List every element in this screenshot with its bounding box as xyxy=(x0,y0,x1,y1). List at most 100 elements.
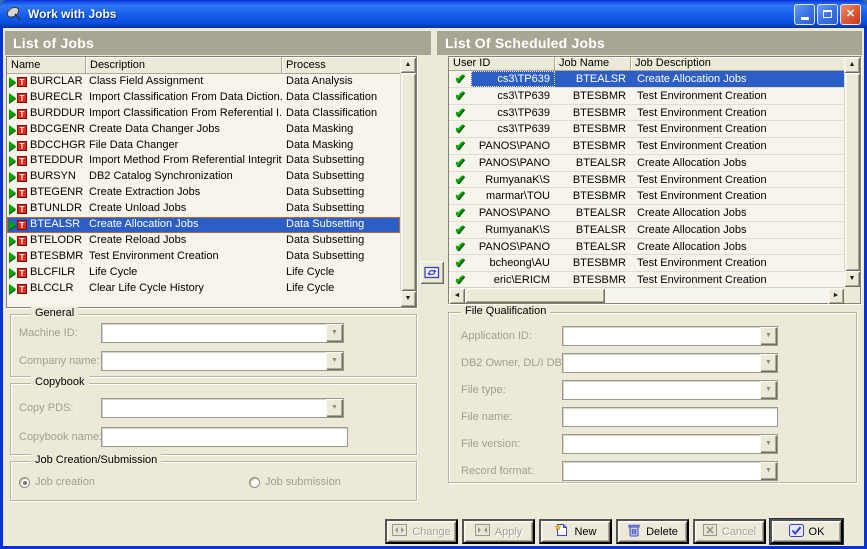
scroll-up-icon[interactable]: ▲ xyxy=(400,57,416,73)
scheduled-list-horizontal-scrollbar[interactable]: ◄ ► xyxy=(449,287,844,303)
table-row[interactable]: TBTEGENRCreate Extraction JobsData Subse… xyxy=(7,185,400,201)
application-id-input[interactable] xyxy=(563,327,760,345)
table-row[interactable]: ✔cs3\TP639BTESBMRTest Environment Creati… xyxy=(449,121,844,138)
table-row[interactable]: ✔PANOS\PANOBTEALSRCreate Allocation Jobs xyxy=(449,239,844,256)
job-name-cell: TBTESBMR xyxy=(7,249,86,265)
copy-pds-input[interactable] xyxy=(102,399,326,417)
minimize-button[interactable] xyxy=(794,4,815,25)
job-process-cell: Data Subsetting xyxy=(282,169,400,185)
ok-button[interactable]: OK xyxy=(770,519,843,544)
apply-button[interactable]: Apply xyxy=(462,519,535,544)
table-row[interactable]: ✔cs3\TP639BTESBMRTest Environment Creati… xyxy=(449,88,844,105)
scroll-down-icon[interactable]: ▼ xyxy=(844,271,860,287)
chevron-down-icon[interactable]: ▼ xyxy=(326,352,343,370)
job-description-cell: Create Allocation Jobs xyxy=(86,217,282,233)
chevron-down-icon[interactable]: ▼ xyxy=(326,324,343,342)
table-row[interactable]: TBDCGENRCreate Data Changer JobsData Mas… xyxy=(7,122,400,138)
chevron-down-icon[interactable]: ▼ xyxy=(760,381,777,399)
column-header-job-name[interactable]: Job Name xyxy=(555,57,631,70)
job-description-cell: Create Allocation Jobs xyxy=(631,205,844,221)
table-row[interactable]: TBURECLRImport Classification From Data … xyxy=(7,90,400,106)
table-row[interactable]: TBTEDDURImport Method From Referential I… xyxy=(7,153,400,169)
chevron-down-icon[interactable]: ▼ xyxy=(760,462,777,480)
table-row[interactable]: TBTESBMRTest Environment CreationData Su… xyxy=(7,249,400,265)
scroll-up-icon[interactable]: ▲ xyxy=(844,57,860,73)
table-row[interactable]: ✔RumyanaK\SBTEALSRCreate Allocation Jobs xyxy=(449,222,844,239)
user-id-cell: cs3\TP639 xyxy=(471,121,555,137)
scroll-down-icon[interactable]: ▼ xyxy=(400,291,416,307)
job-creation-radio-label: Job creation xyxy=(35,476,95,488)
chevron-down-icon[interactable]: ▼ xyxy=(760,435,777,453)
change-button[interactable]: Change xyxy=(385,519,458,544)
db2-owner-combo[interactable]: ▼ xyxy=(562,353,778,373)
record-format-combo[interactable]: ▼ xyxy=(562,461,778,481)
column-header-description[interactable]: Description xyxy=(86,57,282,73)
check-icon: ✔ xyxy=(449,188,471,204)
jobs-list-vertical-scrollbar[interactable]: ▲ ▼ xyxy=(400,57,416,307)
user-id-cell: cs3\TP639 xyxy=(471,71,555,87)
copybook-name-input[interactable] xyxy=(101,427,348,447)
file-type-combo[interactable]: ▼ xyxy=(562,380,778,400)
table-row[interactable]: ✔PANOS\PANOBTEALSRCreate Allocation Jobs xyxy=(449,205,844,222)
scheduled-list-vertical-scrollbar[interactable]: ▲ ▼ xyxy=(844,57,860,287)
job-creation-submission-group: Job Creation/Submission Job creation Job… xyxy=(10,461,417,501)
table-row[interactable]: ✔cs3\TP639BTEALSRCreate Allocation Jobs xyxy=(449,71,844,88)
table-row[interactable]: ✔RumyanaK\SBTESBMRTest Environment Creat… xyxy=(449,172,844,189)
scroll-right-icon[interactable]: ► xyxy=(828,288,844,304)
table-row[interactable]: TBLCCLRClear Life Cycle HistoryLife Cycl… xyxy=(7,281,400,297)
table-row[interactable]: ✔bcheong\AUBTESBMRTest Environment Creat… xyxy=(449,255,844,272)
application-id-combo[interactable]: ▼ xyxy=(562,326,778,346)
record-format-input[interactable] xyxy=(563,462,760,480)
chevron-down-icon[interactable]: ▼ xyxy=(760,354,777,372)
scheduled-jobs-list-header: User ID Job Name Job Description xyxy=(449,57,844,71)
company-name-input[interactable] xyxy=(102,352,326,370)
column-header-process[interactable]: Process xyxy=(282,57,400,73)
maximize-button[interactable] xyxy=(817,4,838,25)
job-creation-radio[interactable]: Job creation xyxy=(19,475,95,489)
company-name-combo[interactable]: ▼ xyxy=(101,351,344,371)
chevron-down-icon[interactable]: ▼ xyxy=(326,399,343,417)
table-row[interactable]: TBURCLARClass Field AssignmentData Analy… xyxy=(7,74,400,90)
table-row[interactable]: TBURSYNDB2 Catalog SynchronizationData S… xyxy=(7,169,400,185)
job-submission-radio[interactable]: Job submission xyxy=(249,475,341,489)
new-button[interactable]: New xyxy=(539,519,612,544)
table-row[interactable]: TBTEALSRCreate Allocation JobsData Subse… xyxy=(7,217,400,233)
scrollbar-thumb[interactable] xyxy=(845,73,860,271)
ok-button-label: OK xyxy=(809,526,825,538)
table-row[interactable]: TBTUNLDRCreate Unload JobsData Subsettin… xyxy=(7,201,400,217)
check-icon: ✔ xyxy=(449,272,471,288)
copy-pds-combo[interactable]: ▼ xyxy=(101,398,344,418)
file-type-input[interactable] xyxy=(563,381,760,399)
file-qualification-group-title: File Qualification xyxy=(461,305,550,317)
table-row[interactable]: ✔marmar\TOUBTESBMRTest Environment Creat… xyxy=(449,188,844,205)
user-id-cell: RumyanaK\S xyxy=(471,222,555,238)
job-name-cell: BTESBMR xyxy=(555,255,631,271)
title-bar[interactable]: Work with Jobs ✕ xyxy=(0,0,867,28)
schedule-job-button[interactable] xyxy=(420,261,444,284)
cancel-button[interactable]: Cancel xyxy=(693,519,766,544)
table-row[interactable]: TBDCCHGRFile Data ChangerData Masking xyxy=(7,138,400,154)
job-description-cell: Test Environment Creation xyxy=(631,255,844,271)
chevron-down-icon[interactable]: ▼ xyxy=(760,327,777,345)
run-job-type-icon: T xyxy=(9,141,27,151)
column-header-name[interactable]: Name xyxy=(7,57,86,73)
column-header-user-id[interactable]: User ID xyxy=(449,57,555,70)
table-row[interactable]: TBTELODRCreate Reload JobsData Subsettin… xyxy=(7,233,400,249)
scroll-left-icon[interactable]: ◄ xyxy=(449,288,465,304)
scrollbar-thumb[interactable] xyxy=(465,288,605,303)
file-version-input[interactable] xyxy=(563,435,760,453)
db2-owner-input[interactable] xyxy=(563,354,760,372)
delete-button[interactable]: Delete xyxy=(616,519,689,544)
table-row[interactable]: ✔PANOS\PANOBTEALSRCreate Allocation Jobs xyxy=(449,155,844,172)
machine-id-combo[interactable]: ▼ xyxy=(101,323,344,343)
scrollbar-thumb[interactable] xyxy=(401,73,416,291)
table-row[interactable]: TBLCFILRLife CycleLife Cycle xyxy=(7,265,400,281)
table-row[interactable]: ✔cs3\TP639BTESBMRTest Environment Creati… xyxy=(449,105,844,122)
table-row[interactable]: ✔PANOS\PANOBTESBMRTest Environment Creat… xyxy=(449,138,844,155)
table-row[interactable]: TBURDDURImport Classification From Refer… xyxy=(7,106,400,122)
column-header-job-description[interactable]: Job Description xyxy=(631,57,844,70)
close-button[interactable]: ✕ xyxy=(840,4,861,25)
file-name-input[interactable] xyxy=(562,407,778,427)
machine-id-input[interactable] xyxy=(102,324,326,342)
file-version-combo[interactable]: ▼ xyxy=(562,434,778,454)
